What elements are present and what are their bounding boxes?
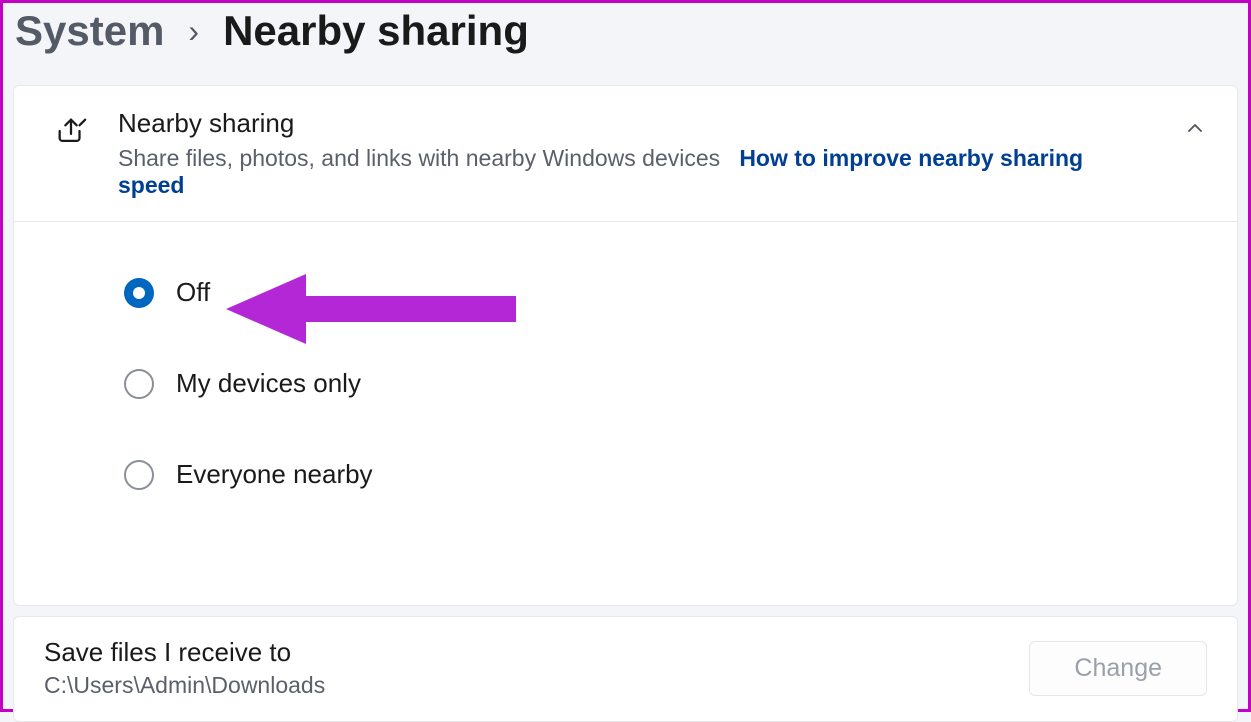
- radio-group: Off My devices only Everyone nearby: [14, 222, 1237, 605]
- radio-indicator: [124, 278, 154, 308]
- save-location-card: Save files I receive to C:\Users\Admin\D…: [13, 616, 1238, 722]
- radio-label: Everyone nearby: [176, 459, 373, 490]
- expander-title: Nearby sharing: [118, 108, 1153, 139]
- radio-indicator: [124, 460, 154, 490]
- expander-subtitle: Share files, photos, and links with near…: [118, 145, 720, 171]
- expander-header[interactable]: Nearby sharing Share files, photos, and …: [14, 86, 1237, 222]
- nearby-sharing-card: Nearby sharing Share files, photos, and …: [13, 85, 1238, 606]
- breadcrumb: System › Nearby sharing: [3, 3, 1248, 85]
- radio-option-off[interactable]: Off: [124, 277, 1237, 308]
- chevron-up-icon[interactable]: [1183, 108, 1207, 145]
- breadcrumb-current: Nearby sharing: [223, 7, 529, 55]
- radio-indicator: [124, 369, 154, 399]
- save-location-path: C:\Users\Admin\Downloads: [44, 672, 325, 699]
- radio-label: My devices only: [176, 368, 361, 399]
- breadcrumb-separator: ›: [188, 13, 199, 50]
- radio-option-everyone[interactable]: Everyone nearby: [124, 459, 1237, 490]
- save-location-title: Save files I receive to: [44, 637, 325, 668]
- radio-option-my-devices[interactable]: My devices only: [124, 368, 1237, 399]
- radio-label: Off: [176, 277, 210, 308]
- change-button[interactable]: Change: [1029, 641, 1207, 696]
- breadcrumb-parent[interactable]: System: [15, 7, 164, 55]
- share-icon: [54, 108, 88, 153]
